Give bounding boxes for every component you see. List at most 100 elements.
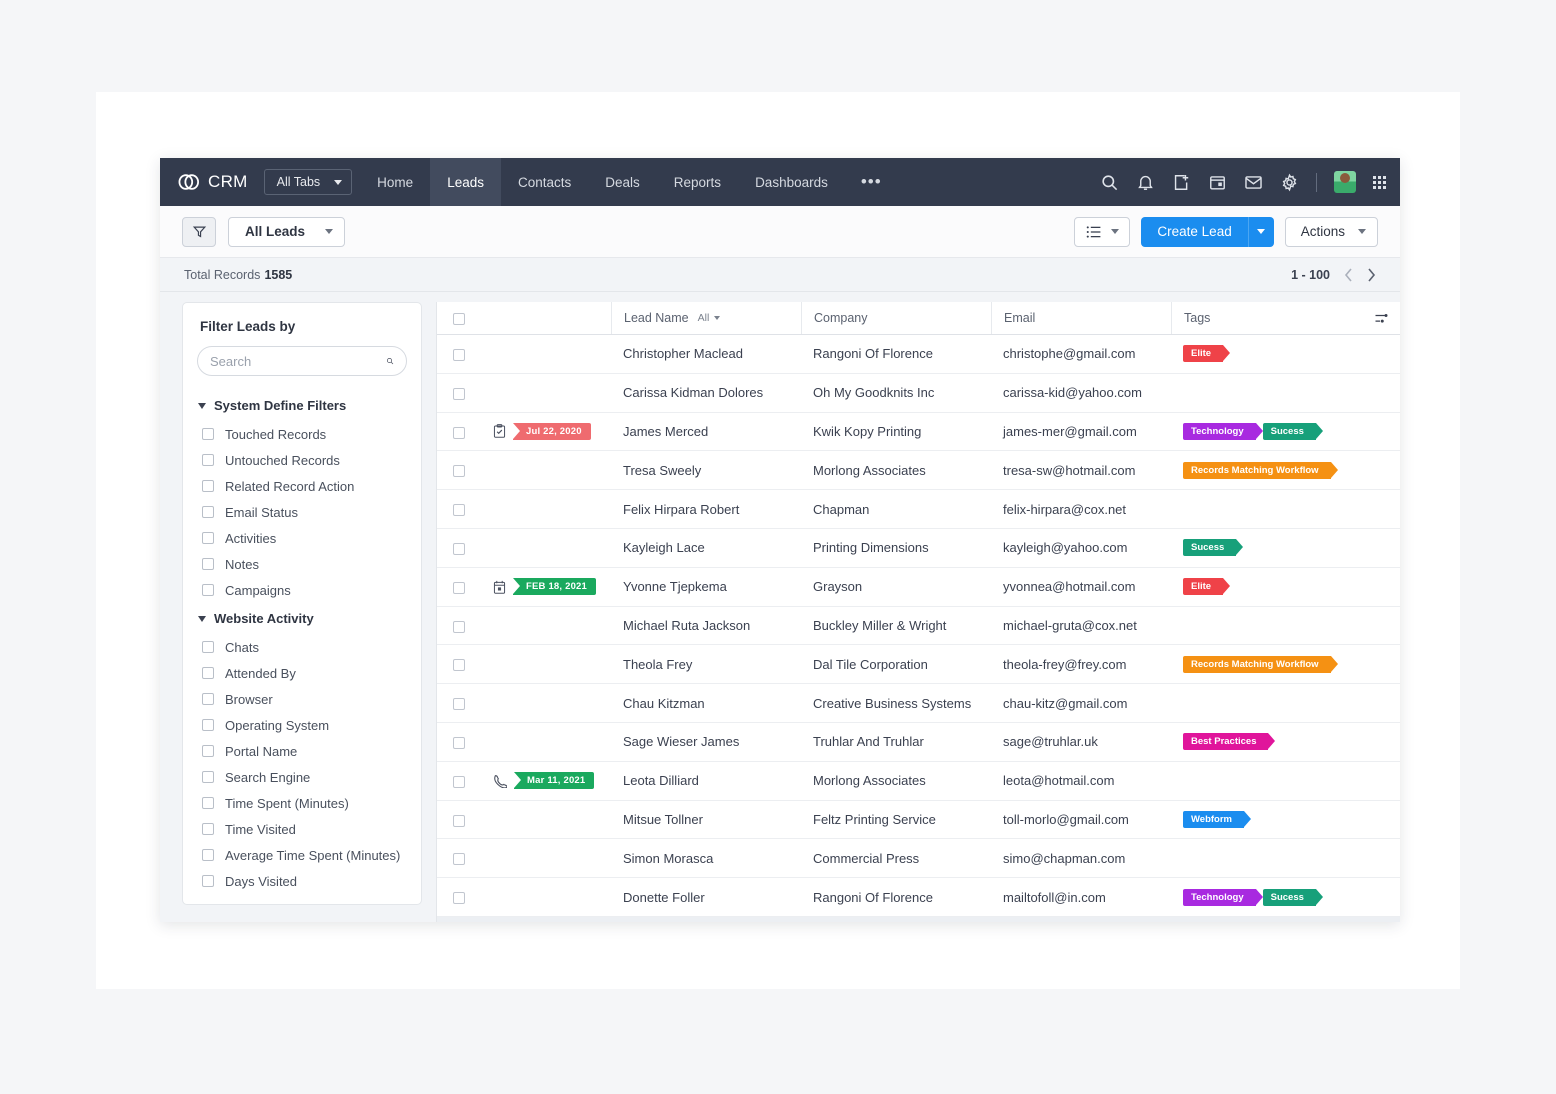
- next-page-button[interactable]: [1367, 267, 1376, 282]
- row-lead-name[interactable]: Chau Kitzman: [611, 683, 801, 723]
- add-note-icon[interactable]: [1172, 173, 1191, 192]
- table-row[interactable]: Jul 22, 2020 James Merced Kwik Kopy Printi…: [437, 412, 1400, 452]
- tag-badge[interactable]: Technology: [1183, 888, 1263, 906]
- sidebar-search[interactable]: [197, 346, 407, 376]
- filter-checkbox[interactable]: [202, 558, 214, 570]
- row-email[interactable]: simo@chapman.com: [991, 838, 1171, 879]
- filter-checkbox[interactable]: [202, 641, 214, 653]
- table-row[interactable]: Simon Morasca Commercial Press simo@chapma…: [437, 838, 1400, 879]
- row-lead-name[interactable]: Theola Frey: [611, 644, 801, 685]
- filter-toggle-button[interactable]: [182, 216, 216, 247]
- row-email[interactable]: carissa-kid@yahoo.com: [991, 373, 1171, 413]
- tag-badge[interactable]: Elite: [1183, 345, 1231, 363]
- create-lead-dropdown-button[interactable]: [1247, 216, 1274, 247]
- row-email[interactable]: leota@hotmail.com: [991, 761, 1171, 801]
- sidebar-group-website-activity[interactable]: Website Activity: [183, 603, 421, 634]
- actions-dropdown-button[interactable]: Actions: [1284, 216, 1378, 247]
- filter-checkbox[interactable]: [202, 719, 214, 731]
- list-view-button[interactable]: [1074, 216, 1131, 247]
- table-row[interactable]: Donette Foller Rangoni Of Florence mailtof…: [437, 877, 1400, 917]
- lead-name-filter-dropdown[interactable]: All: [698, 312, 721, 324]
- row-checkbox[interactable]: [453, 814, 465, 827]
- tag-badge[interactable]: Webform: [1183, 810, 1251, 828]
- row-checkbox[interactable]: [453, 504, 465, 517]
- row-lead-name[interactable]: Tresa Sweely: [611, 450, 801, 491]
- filter-checkbox[interactable]: [202, 667, 214, 679]
- row-lead-name[interactable]: Simon Morasca: [611, 838, 801, 879]
- filter-checkbox[interactable]: [202, 454, 214, 466]
- filter-checkbox[interactable]: [202, 849, 214, 861]
- filter-checkbox[interactable]: [202, 693, 214, 705]
- row-checkbox[interactable]: [453, 620, 465, 633]
- row-email[interactable]: james-mer@gmail.com: [991, 412, 1171, 452]
- activity-indicator[interactable]: FEB 18, 2021: [493, 578, 611, 596]
- row-checkbox[interactable]: [453, 659, 465, 672]
- row-lead-name[interactable]: Leota Dilliard: [611, 761, 801, 801]
- th-email[interactable]: Email: [991, 302, 1171, 335]
- sidebar-filter-item[interactable]: Time Spent (Minutes): [183, 790, 421, 816]
- row-checkbox[interactable]: [453, 542, 465, 555]
- nav-item-home[interactable]: Home: [360, 158, 430, 206]
- sidebar-filter-item[interactable]: Portal Name: [183, 738, 421, 764]
- sidebar-filter-item[interactable]: Related Record Action: [183, 473, 421, 499]
- row-checkbox[interactable]: [453, 387, 465, 400]
- table-row[interactable]: Carissa Kidman Dolores Oh My Goodknits In…: [437, 373, 1400, 413]
- brand-logo[interactable]: CRM: [178, 172, 248, 192]
- row-checkbox[interactable]: [453, 581, 465, 594]
- bell-icon[interactable]: [1136, 173, 1155, 192]
- row-email[interactable]: kayleigh@yahoo.com: [991, 528, 1171, 568]
- view-selector-dropdown[interactable]: All Leads: [228, 216, 346, 247]
- gear-icon[interactable]: [1280, 173, 1299, 192]
- row-lead-name[interactable]: Donette Foller: [611, 877, 801, 917]
- table-row[interactable]: Sage Wieser James Truhlar And Truhlar sage…: [437, 722, 1400, 762]
- tag-badge[interactable]: Sucess: [1262, 422, 1324, 440]
- filter-checkbox[interactable]: [202, 797, 214, 809]
- tag-badge[interactable]: Records Matching Workflow: [1183, 655, 1338, 673]
- sidebar-filter-item[interactable]: Average Time Spent (Minutes): [183, 842, 421, 868]
- calendar-icon[interactable]: [1208, 173, 1227, 192]
- tag-badge[interactable]: Best Practices: [1183, 733, 1277, 751]
- row-email[interactable]: yvonnea@hotmail.com: [991, 567, 1171, 607]
- tag-badge[interactable]: Sucess: [1183, 539, 1244, 557]
- sidebar-filter-item[interactable]: Attended By: [183, 660, 421, 686]
- table-row[interactable]: FEB 18, 2021 Yvonne Tjepkema Grayson yvonne…: [437, 567, 1400, 607]
- row-lead-name[interactable]: Kayleigh Lace: [611, 528, 801, 568]
- nav-item-deals[interactable]: Deals: [588, 158, 657, 206]
- nav-more-button[interactable]: •••: [845, 158, 898, 206]
- table-row[interactable]: Mitsue Tollner Feltz Printing Service toll…: [437, 800, 1400, 840]
- sidebar-filter-item[interactable]: Email Status: [183, 499, 421, 525]
- row-checkbox[interactable]: [453, 698, 465, 711]
- nav-item-leads[interactable]: Leads: [430, 158, 501, 206]
- sidebar-filter-item[interactable]: Time Visited: [183, 816, 421, 842]
- search-icon[interactable]: [386, 354, 394, 368]
- row-checkbox[interactable]: [453, 426, 465, 439]
- th-column-settings[interactable]: [1362, 302, 1400, 335]
- nav-item-reports[interactable]: Reports: [657, 158, 738, 206]
- create-lead-button[interactable]: Create Lead: [1141, 216, 1248, 247]
- search-icon[interactable]: [1100, 173, 1119, 192]
- tag-badge[interactable]: Technology: [1183, 422, 1263, 440]
- sidebar-filter-item[interactable]: Touched Records: [183, 421, 421, 447]
- table-row[interactable]: Mar 11, 2021 Leota Dilliard Morlong Associ…: [437, 761, 1400, 801]
- row-checkbox[interactable]: [453, 465, 465, 478]
- search-input[interactable]: [210, 353, 386, 369]
- filter-checkbox[interactable]: [202, 823, 214, 835]
- table-row[interactable]: Christopher Maclead Rangoni Of Florence ch…: [437, 334, 1400, 374]
- tag-badge[interactable]: Records Matching Workflow: [1183, 461, 1338, 479]
- row-lead-name[interactable]: Mitsue Tollner: [611, 800, 801, 840]
- sidebar-filter-item[interactable]: Activities: [183, 525, 421, 551]
- row-lead-name[interactable]: Felix Hirpara Robert: [611, 489, 801, 529]
- activity-indicator[interactable]: Mar 11, 2021: [493, 772, 611, 790]
- mail-icon[interactable]: [1244, 173, 1263, 192]
- row-checkbox[interactable]: [453, 892, 465, 905]
- sidebar-filter-item[interactable]: Days Visited: [183, 868, 421, 894]
- tag-badge[interactable]: Elite: [1183, 578, 1231, 596]
- filter-checkbox[interactable]: [202, 506, 214, 518]
- previous-page-button[interactable]: [1344, 267, 1353, 282]
- row-lead-name[interactable]: Michael Ruta Jackson: [611, 606, 801, 646]
- tag-badge[interactable]: Sucess: [1262, 888, 1324, 906]
- sidebar-filter-item[interactable]: Search Engine: [183, 764, 421, 790]
- row-email[interactable]: theola-frey@frey.com: [991, 644, 1171, 685]
- th-tags[interactable]: Tags: [1171, 302, 1362, 335]
- apps-grid-icon[interactable]: [1373, 175, 1386, 189]
